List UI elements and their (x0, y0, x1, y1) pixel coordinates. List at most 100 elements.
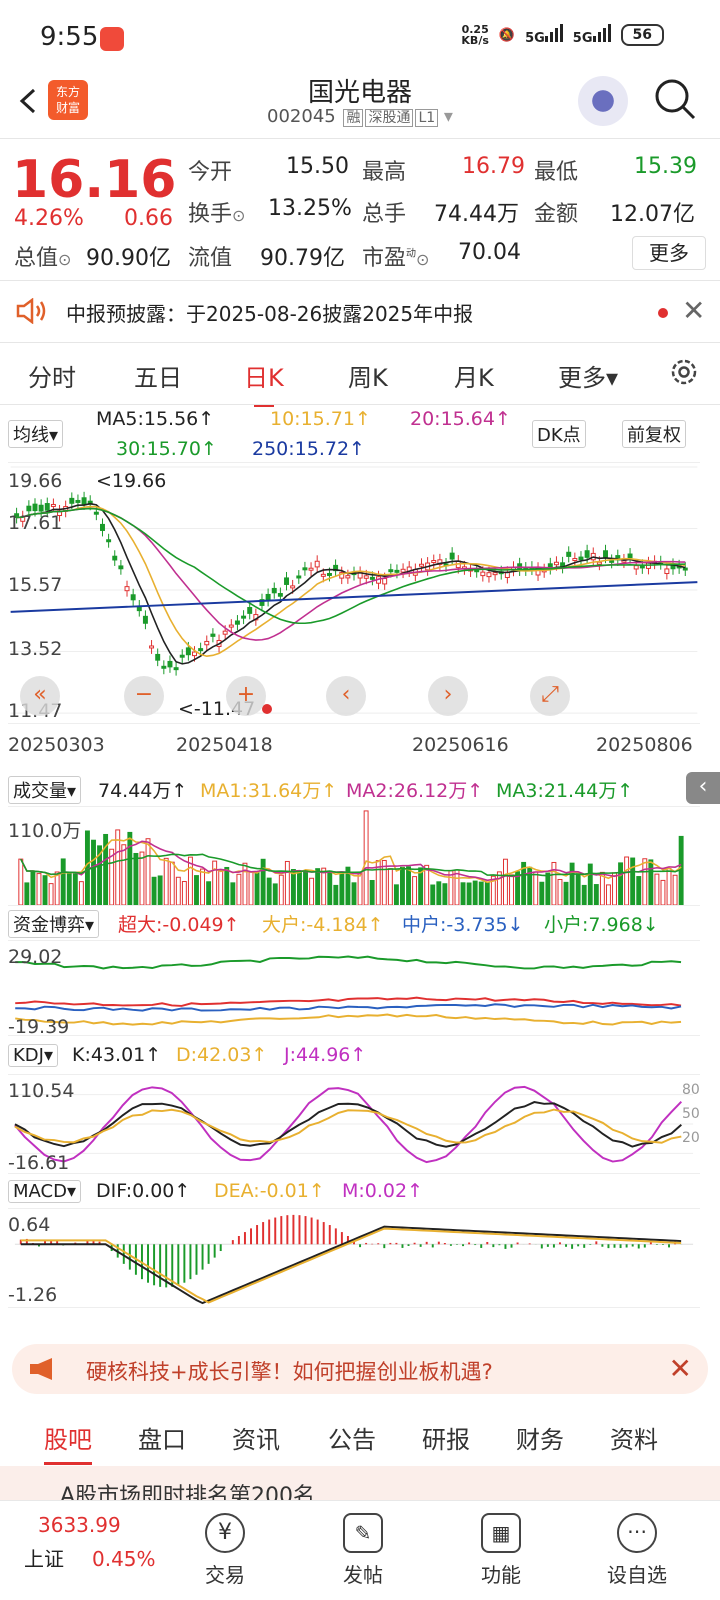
tab-intraday[interactable]: 分时 (28, 358, 76, 393)
edit-icon: ✎ (343, 1513, 383, 1553)
volume-bar (509, 874, 514, 905)
candle (192, 651, 197, 657)
candle (26, 505, 32, 512)
volume-bar (309, 877, 315, 905)
chart-area: 均线▾ MA5:15.56↑ 10:15.71↑ 20:15.64↑ 30:15… (0, 404, 720, 1364)
collapse-panel-icon[interactable]: ‹ (686, 772, 720, 804)
macd-selector[interactable]: MACD▾ (8, 1180, 81, 1203)
notice-banner[interactable]: 中报预披露：于2025-08-26披露2025年中报 ✕ (0, 282, 720, 342)
change-percent: 4.26% (14, 206, 84, 231)
ma30-label: 30:15.70↑ (116, 438, 217, 460)
scroll-right-button[interactable]: › (428, 676, 468, 716)
close-icon[interactable]: ✕ (682, 294, 705, 327)
volume-bar (60, 858, 66, 905)
mute-icon: 🔕 (498, 27, 516, 43)
candle (118, 565, 124, 570)
assistant-avatar[interactable] (578, 76, 628, 126)
tag-level: L1 (415, 109, 439, 127)
more-button[interactable]: 更多 (632, 236, 706, 270)
volume-bar (393, 884, 399, 905)
volume-bar (466, 882, 472, 905)
volume-bar (672, 874, 678, 905)
nav-add-watchlist[interactable]: ⋯ 设自选 (592, 1513, 682, 1588)
tab-five-day[interactable]: 五日 (134, 358, 182, 393)
kdj-j: J:44.96↑ (284, 1044, 367, 1066)
adjust-button[interactable]: 前复权 (622, 420, 686, 448)
candle (198, 648, 204, 652)
gear-icon[interactable] (668, 356, 700, 388)
nav-trade[interactable]: ¥ 交易 (180, 1513, 270, 1588)
flow-selector[interactable]: 资金博弈▾ (8, 910, 100, 938)
ma-selector[interactable]: 均线▾ (8, 420, 64, 448)
candle (234, 620, 240, 625)
volume-bar (303, 870, 308, 905)
candle (161, 665, 167, 669)
dk-point-button[interactable]: DK点 (532, 420, 586, 448)
high-label: 最高 (362, 160, 407, 185)
kdj-d: D:42.03↑ (176, 1044, 268, 1066)
scroll-left-button[interactable]: ‹ (326, 676, 366, 716)
candle (682, 567, 688, 571)
zoom-out-button[interactable]: − (124, 676, 164, 716)
zoom-in-button[interactable]: + (226, 676, 266, 716)
tab-forum[interactable]: 股吧 (44, 1420, 92, 1465)
candle (596, 561, 602, 565)
volume-bar (569, 862, 575, 905)
tab-orderbook[interactable]: 盘口 (138, 1420, 186, 1455)
tab-financials[interactable]: 财务 (516, 1420, 564, 1455)
volume-bar (412, 876, 418, 905)
candle (633, 565, 639, 570)
tab-daily-k[interactable]: 日K (244, 358, 284, 407)
tab-news[interactable]: 资讯 (232, 1420, 280, 1455)
tab-more[interactable]: 更多▾ (558, 358, 618, 393)
tab-research[interactable]: 研报 (422, 1420, 470, 1455)
volume-bar (18, 858, 24, 905)
candle (44, 503, 50, 511)
index-name: 上证 (24, 1547, 64, 1571)
volume-bar (297, 871, 302, 905)
promo-banner[interactable]: 硬核科技+成长引擎！如何把握创业板机遇? ✕ (12, 1344, 708, 1394)
candle (302, 567, 308, 571)
fullscreen-button[interactable]: ⤢ (530, 676, 570, 716)
volume-bar (406, 866, 411, 905)
scroll-left-fast-button[interactable]: « (20, 676, 60, 716)
volume-bar (175, 876, 181, 905)
tab-weekly-k[interactable]: 周K (348, 358, 388, 393)
volume-selector[interactable]: 成交量▾ (8, 776, 82, 804)
volume-bar (630, 857, 636, 905)
volume-bar (545, 872, 551, 905)
low-label: 最低 (534, 160, 579, 185)
ma10-line (16, 505, 686, 658)
nav-functions[interactable]: ▦ 功能 (456, 1513, 546, 1588)
kdj-selector[interactable]: KDJ▾ (8, 1044, 59, 1067)
quote-panel: 16.16 4.26% 0.66 今开 15.50 最高 16.79 最低 15… (0, 140, 720, 280)
candle (382, 578, 388, 585)
candle (32, 503, 38, 512)
candle (584, 550, 590, 558)
flow-large: 大户:-4.184↑ (262, 914, 384, 936)
candle (308, 567, 314, 571)
candle (179, 654, 185, 658)
tab-profile[interactable]: 资料 (610, 1420, 658, 1455)
signal-5g-1: 5G (525, 24, 563, 46)
candle (38, 504, 44, 512)
candle (222, 630, 228, 635)
tab-monthly-k[interactable]: 月K (454, 358, 494, 393)
candle (627, 553, 633, 559)
amount-value: 12.07亿 (610, 202, 695, 227)
search-icon[interactable] (652, 76, 698, 122)
close-icon[interactable]: ✕ (669, 1352, 692, 1385)
index-widget[interactable]: 3633.99 上证 0.45% (24, 1513, 156, 1572)
flow-ytop: 29.02 (8, 946, 63, 968)
tab-announcements[interactable]: 公告 (328, 1420, 376, 1455)
volume-bar (254, 871, 260, 905)
candle (75, 499, 81, 503)
nav-post[interactable]: ✎ 发帖 (318, 1513, 408, 1588)
volume-bar (272, 883, 278, 905)
volume-bar (194, 875, 199, 905)
info-icon: ⊙ (58, 250, 72, 269)
macd-dea: DEA:-0.01↑ (214, 1180, 325, 1202)
candle (130, 594, 136, 601)
volume-bar (315, 868, 321, 905)
volume-bar (218, 869, 224, 905)
